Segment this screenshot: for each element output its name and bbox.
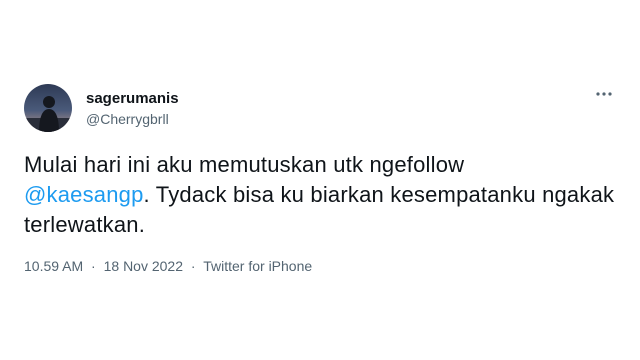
meta-separator: · (190, 258, 196, 274)
tweet-text-part1: Mulai hari ini aku memutuskan utk ngefol… (24, 152, 465, 177)
author-info: sagerumanis @Cherrygbrll (86, 90, 179, 128)
tweet-time[interactable]: 10.59 AM (24, 258, 83, 274)
author-display-name[interactable]: sagerumanis (86, 90, 179, 108)
more-horizontal-icon (596, 92, 612, 96)
author-handle[interactable]: @Cherrygbrll (86, 110, 179, 128)
tweet-source[interactable]: Twitter for iPhone (203, 258, 312, 274)
mention-link[interactable]: @kaesangp (24, 182, 144, 207)
tweet-metadata: 10.59 AM · 18 Nov 2022 · Twitter for iPh… (24, 257, 312, 275)
tweet-card: sagerumanis @Cherrygbrll Mulai hari ini … (0, 0, 640, 360)
meta-separator: · (91, 258, 96, 274)
tweet-text: Mulai hari ini aku memutuskan utk ngefol… (24, 150, 624, 240)
tweet-date[interactable]: 18 Nov 2022 (104, 258, 183, 274)
avatar-image (24, 84, 72, 132)
avatar[interactable] (24, 84, 72, 132)
more-options-button[interactable] (594, 86, 614, 102)
